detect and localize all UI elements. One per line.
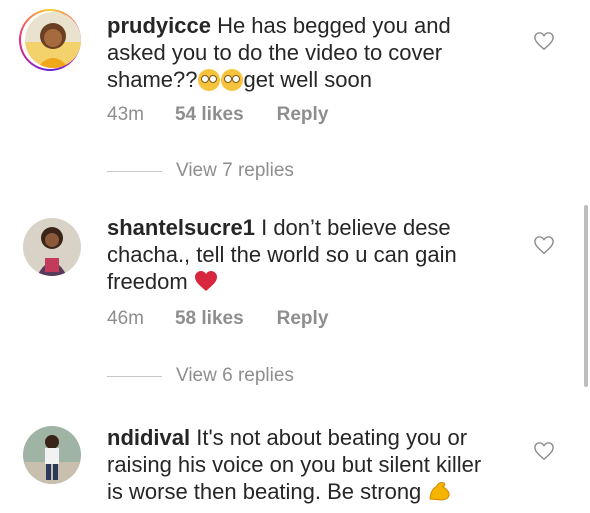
view-replies-button[interactable]: View 6 replies	[107, 365, 294, 387]
face-with-rolling-eyes-icon	[220, 69, 243, 91]
comment-body-suffix: get well soon	[243, 67, 372, 92]
comments-page: prudyicce He has begged you and asked yo…	[0, 0, 590, 513]
reply-button[interactable]: Reply	[277, 104, 329, 126]
likes-count[interactable]: 58 likes	[175, 308, 244, 330]
comment-time: 43m	[107, 104, 144, 125]
heart-outline-icon[interactable]	[533, 441, 555, 461]
comment-time: 46m	[107, 308, 144, 329]
view-replies-label: View 7 replies	[176, 160, 294, 181]
avatar-shantelsucre1-icon	[23, 218, 81, 276]
divider-line	[107, 375, 162, 377]
reply-button[interactable]: Reply	[277, 308, 329, 330]
comment-text: ndidival It's not about beating you or r…	[107, 424, 502, 505]
view-replies-button[interactable]: View 7 replies	[107, 160, 294, 182]
heart-outline-icon[interactable]	[533, 235, 555, 255]
comment-meta: 46m 58 likes Reply	[107, 308, 328, 330]
likes-count[interactable]: 54 likes	[175, 104, 244, 126]
red-heart-icon	[194, 271, 217, 291]
avatar-ndidival-icon	[23, 426, 81, 484]
face-with-rolling-eyes-icon	[197, 69, 220, 91]
view-replies-label: View 6 replies	[176, 365, 294, 386]
comment-text: prudyicce He has begged you and asked yo…	[107, 12, 502, 93]
comment-username[interactable]: ndidival	[107, 425, 190, 450]
avatar[interactable]	[25, 12, 81, 68]
divider-line	[107, 170, 162, 172]
heart-outline-icon[interactable]	[533, 31, 555, 51]
avatar-prudyicce-icon	[25, 12, 81, 68]
flexed-biceps-icon	[429, 482, 451, 501]
avatar[interactable]	[23, 426, 81, 484]
comment-username[interactable]: shantelsucre1	[107, 215, 255, 240]
comment-text: shantelsucre1 I don’t believe dese chach…	[107, 214, 502, 295]
avatar[interactable]	[23, 218, 81, 276]
scrollbar[interactable]	[584, 205, 588, 387]
comment-meta: 43m 54 likes Reply	[107, 104, 328, 126]
comment-username[interactable]: prudyicce	[107, 13, 211, 38]
